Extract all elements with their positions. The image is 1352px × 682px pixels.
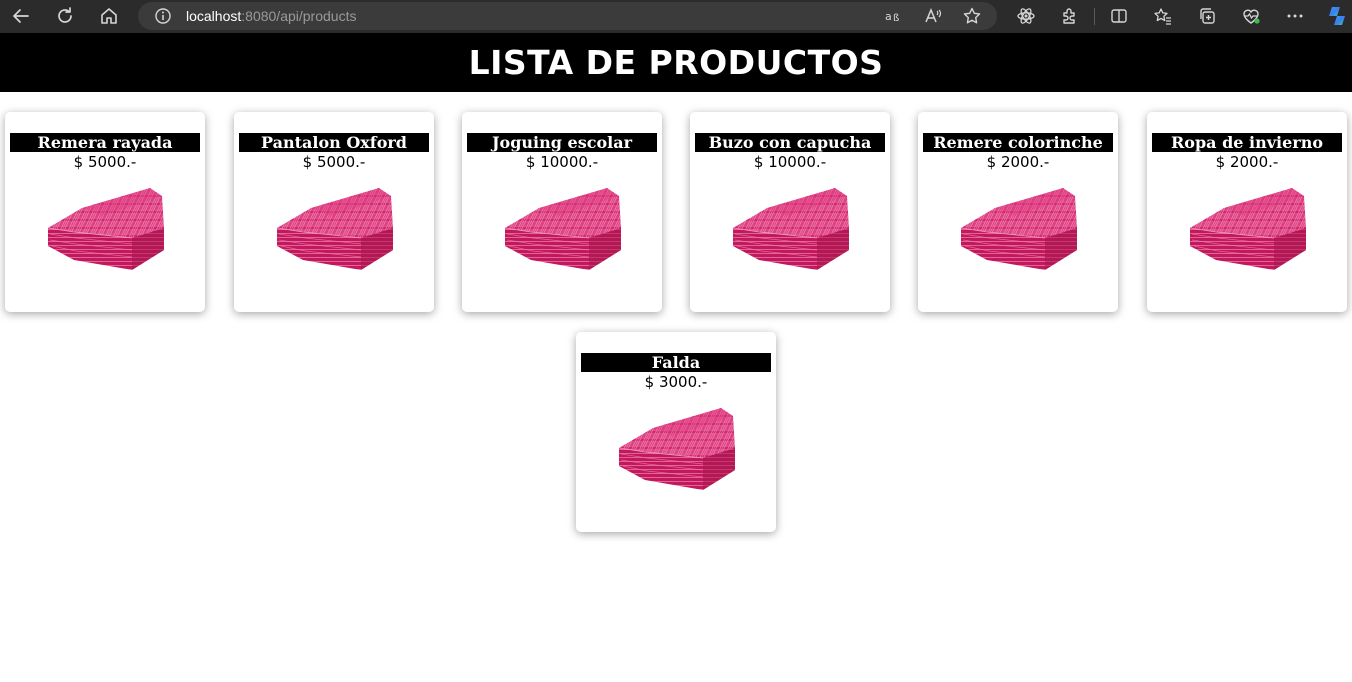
- product-name: Falda: [581, 353, 771, 372]
- product-card[interactable]: Remera rayada $ 5000.-: [5, 112, 205, 312]
- favorites-icon[interactable]: [1150, 4, 1176, 28]
- split-screen-icon[interactable]: [1106, 4, 1132, 28]
- product-name: Buzo con capucha: [695, 133, 885, 152]
- copilot-icon[interactable]: [1324, 4, 1350, 28]
- toolbar-divider: [1094, 8, 1095, 25]
- address-bar[interactable]: localhost:8080/api/products aß: [138, 2, 997, 30]
- product-card[interactable]: Joguing escolar $ 10000.-: [462, 112, 662, 312]
- back-arrow-icon[interactable]: [8, 4, 34, 28]
- info-icon[interactable]: [154, 7, 172, 25]
- svg-text:a: a: [885, 10, 892, 23]
- translate-icon[interactable]: aß: [884, 6, 904, 26]
- product-price: $ 10000.-: [525, 153, 599, 171]
- browser-toolbar: localhost:8080/api/products aß: [0, 0, 1352, 33]
- product-card[interactable]: Pantalon Oxford $ 5000.-: [234, 112, 434, 312]
- read-aloud-icon[interactable]: [923, 6, 943, 26]
- url-text[interactable]: localhost:8080/api/products: [186, 8, 356, 24]
- product-name: Joguing escolar: [467, 133, 657, 152]
- product-image: [1189, 188, 1307, 271]
- more-dots-icon[interactable]: [1282, 4, 1308, 28]
- heart-icon[interactable]: [1238, 4, 1264, 28]
- product-card[interactable]: Buzo con capucha $ 10000.-: [690, 112, 890, 312]
- product-card[interactable]: Ropa de invierno $ 2000.-: [1147, 112, 1347, 312]
- url-host: localhost: [186, 8, 242, 24]
- product-image: [732, 188, 850, 271]
- product-name: Pantalon Oxford: [239, 133, 429, 152]
- reload-icon[interactable]: [52, 4, 78, 28]
- puzzle-icon[interactable]: [1057, 4, 1083, 28]
- page-header: LISTA DE PRODUCTOS: [0, 33, 1352, 92]
- product-image: [504, 188, 622, 271]
- page-title: LISTA DE PRODUCTOS: [468, 43, 884, 82]
- star-icon[interactable]: [962, 6, 982, 26]
- product-image: [47, 188, 165, 271]
- product-card[interactable]: Remere colorinche $ 2000.-: [918, 112, 1118, 312]
- product-image: [276, 188, 394, 271]
- product-price: $ 10000.-: [753, 153, 827, 171]
- product-name: Remera rayada: [10, 133, 200, 152]
- product-image: [960, 188, 1078, 271]
- atom-icon[interactable]: [1013, 4, 1039, 28]
- product-price: $ 2000.-: [986, 153, 1050, 171]
- collections-icon[interactable]: [1194, 4, 1220, 28]
- product-price: $ 5000.-: [302, 153, 366, 171]
- home-icon[interactable]: [96, 4, 122, 28]
- product-price: $ 3000.-: [644, 373, 708, 391]
- product-card[interactable]: Falda $ 3000.-: [576, 332, 776, 532]
- product-name: Remere colorinche: [923, 133, 1113, 152]
- product-price: $ 5000.-: [73, 153, 137, 171]
- product-image: [618, 408, 736, 491]
- product-name: Ropa de invierno: [1152, 133, 1342, 152]
- product-price: $ 2000.-: [1215, 153, 1279, 171]
- svg-text:ß: ß: [893, 13, 899, 24]
- url-path: :8080/api/products: [241, 8, 357, 24]
